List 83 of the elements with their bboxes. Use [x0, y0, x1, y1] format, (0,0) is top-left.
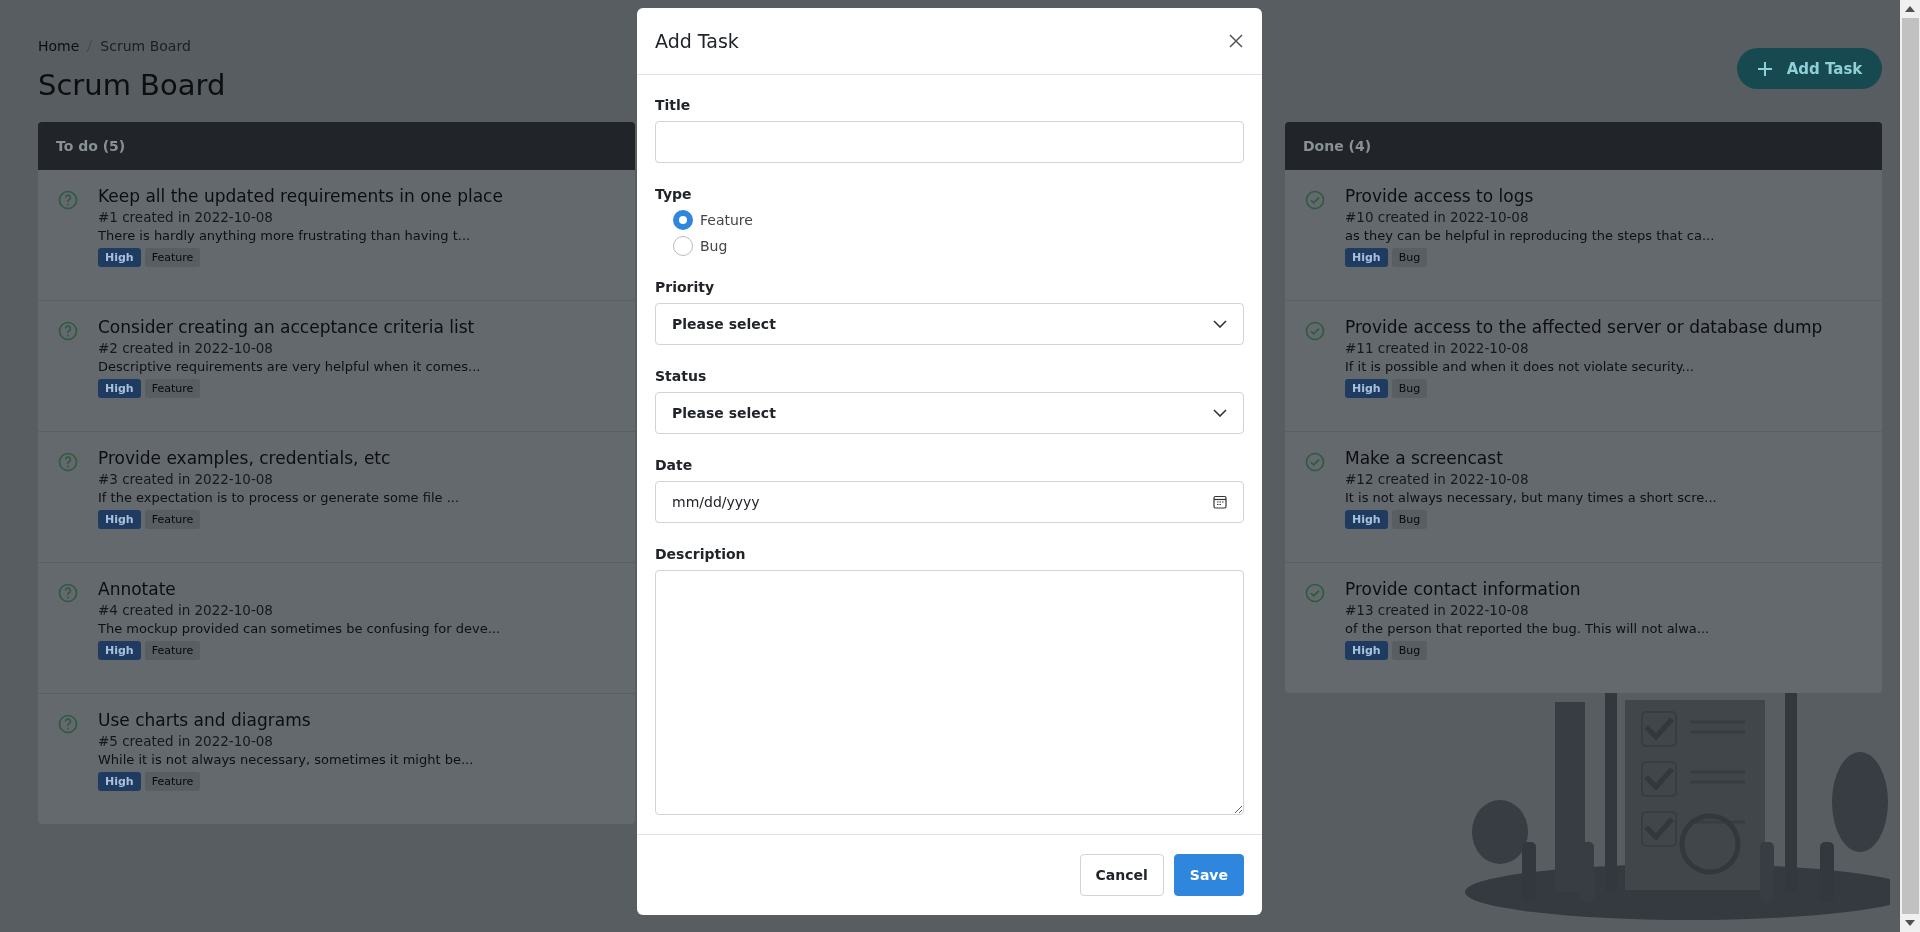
- scroll-down-icon[interactable]: [1905, 920, 1915, 926]
- task-description: The mockup provided can sometimes be confusing for deve...: [98, 621, 501, 636]
- page-title: Scrum Board: [38, 68, 226, 102]
- question-circle-icon: [58, 321, 78, 341]
- task-title[interactable]: Make a screencast: [1345, 448, 1717, 468]
- task-description: as they can be helpful in reproducing the steps that ca...: [1345, 228, 1715, 243]
- task-title[interactable]: Use charts and diagrams: [98, 710, 474, 730]
- add-task-button[interactable]: Add Task: [1737, 48, 1882, 89]
- question-circle-icon: [58, 583, 78, 603]
- task-title[interactable]: Provide access to the affected server or database dump: [1345, 317, 1823, 337]
- type-tag: Bug: [1391, 379, 1428, 398]
- task-meta: #12 created in 2022-10-08: [1345, 471, 1530, 487]
- field-label: Title: [655, 97, 692, 113]
- radio-button[interactable]: [673, 210, 693, 230]
- task-title[interactable]: Provide contact information: [1345, 579, 1710, 599]
- priority-tag: High: [98, 379, 141, 398]
- question-circle-icon: [58, 190, 78, 210]
- check-circle-icon: [1305, 583, 1325, 603]
- radio-label[interactable]: Bug: [700, 238, 728, 254]
- priority-tag: High: [98, 641, 141, 660]
- select-dropdown[interactable]: Please select: [655, 303, 1244, 345]
- breadcrumb-link[interactable]: Home: [38, 38, 80, 54]
- type-tag: Bug: [1391, 641, 1428, 660]
- task-description: If the expectation is to process or generate some file ...: [98, 490, 460, 505]
- cancel-button[interactable]: Cancel: [1079, 854, 1164, 896]
- task-title[interactable]: Keep all the updated requirements in one place: [98, 186, 503, 206]
- scroll-up-icon[interactable]: [1905, 6, 1915, 12]
- field-label: Date: [655, 457, 694, 473]
- priority-tag: High: [1345, 641, 1388, 660]
- task-description: There is hardly anything more frustrating than having t...: [98, 228, 472, 243]
- task-title[interactable]: Consider creating an acceptance criteria list: [98, 317, 481, 337]
- task-description: While it is not always necessary, sometimes it might be...: [98, 752, 474, 767]
- priority-tag: High: [1345, 248, 1388, 267]
- column-header: Done (4): [1285, 122, 1882, 170]
- task-description: Descriptive requirements are very helpful when it comes...: [98, 359, 481, 374]
- task-meta: #13 created in 2022-10-08: [1345, 602, 1530, 618]
- type-tag: Bug: [1391, 510, 1428, 529]
- radio-button[interactable]: [673, 236, 693, 256]
- field-label: Type: [655, 186, 693, 202]
- priority-tag: High: [1345, 510, 1388, 529]
- date-input[interactable]: mm/dd/yyyy: [655, 481, 1244, 523]
- priority-tag: High: [98, 248, 141, 267]
- dialog-title: Add Task: [655, 30, 739, 52]
- chevron-down-icon: [1213, 320, 1227, 328]
- question-circle-icon: [58, 452, 78, 472]
- check-circle-icon: [1305, 321, 1325, 341]
- plus-icon: [1756, 60, 1773, 77]
- check-circle-icon: [1305, 190, 1325, 210]
- task-meta: #4 created in 2022-10-08: [98, 602, 274, 618]
- close-icon[interactable]: [1228, 33, 1244, 49]
- field-label: Priority: [655, 279, 716, 295]
- task-title[interactable]: Provide examples, credentials, etc: [98, 448, 460, 468]
- type-tag: Feature: [144, 772, 201, 791]
- field-label: Description: [655, 546, 747, 562]
- type-tag: Feature: [144, 379, 201, 398]
- priority-tag: High: [1345, 379, 1388, 398]
- task-meta: #5 created in 2022-10-08: [98, 733, 274, 749]
- task-title[interactable]: Provide access to logs: [1345, 186, 1715, 206]
- column-header: To do (5): [38, 122, 635, 170]
- check-circle-icon: [1305, 452, 1325, 472]
- task-description: If it is possible and when it does not violate security...: [1345, 359, 1695, 374]
- task-meta: #1 created in 2022-10-08: [98, 209, 274, 225]
- type-tag: Bug: [1391, 248, 1428, 267]
- task-meta: #11 created in 2022-10-08: [1345, 340, 1530, 356]
- radio-label[interactable]: Feature: [700, 212, 753, 228]
- task-meta: #10 created in 2022-10-08: [1345, 209, 1530, 225]
- type-tag: Feature: [144, 510, 201, 529]
- task-meta: #3 created in 2022-10-08: [98, 471, 274, 487]
- calendar-icon[interactable]: [1213, 495, 1227, 509]
- field-label: Status: [655, 368, 708, 384]
- chevron-down-icon: [1213, 409, 1227, 417]
- type-tag: Feature: [144, 248, 201, 267]
- task-description: It is not always necessary, but many times a short scre...: [1345, 490, 1717, 505]
- question-circle-icon: [58, 714, 78, 734]
- select-dropdown[interactable]: Please select: [655, 392, 1244, 434]
- priority-tag: High: [98, 772, 141, 791]
- save-button[interactable]: Save: [1173, 854, 1244, 896]
- task-meta: #2 created in 2022-10-08: [98, 340, 274, 356]
- task-title[interactable]: Annotate: [98, 579, 501, 599]
- priority-tag: High: [98, 510, 141, 529]
- task-description: of the person that reported the bug. This will not alwa...: [1345, 621, 1710, 636]
- type-tag: Feature: [144, 641, 201, 660]
- title-input[interactable]: [655, 121, 1244, 163]
